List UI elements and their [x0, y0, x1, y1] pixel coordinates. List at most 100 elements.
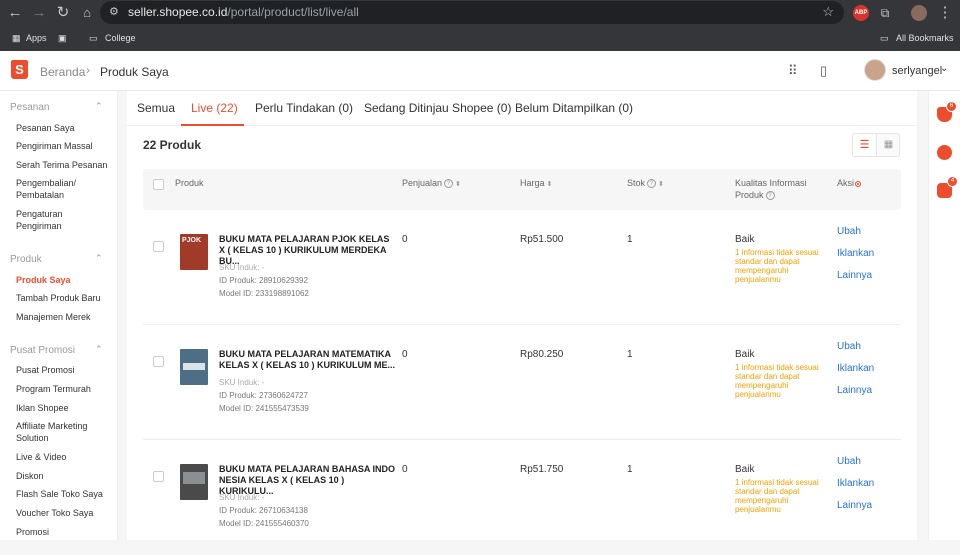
quality-note[interactable]: 1 informasi tidak sesuai standar dan dap… — [735, 478, 825, 514]
site-info-icon[interactable]: ⚙ — [109, 5, 119, 18]
sort-icon[interactable]: ⬍ — [455, 181, 461, 188]
sidebar-item-voucher[interactable]: Voucher Toko Saya — [16, 507, 114, 519]
assistant-icon[interactable] — [937, 145, 952, 160]
header-stock-label: Stok — [627, 178, 646, 188]
quality-note[interactable]: 1 informasi tidak sesuai standar dan dap… — [735, 363, 825, 399]
sidebar-item-pesanan-saya[interactable]: Pesanan Saya — [16, 122, 114, 134]
sort-icon[interactable]: ⬍ — [547, 181, 553, 188]
sidebar-item-affiliate[interactable]: Affiliate Marketing Solution — [16, 420, 96, 444]
help-icon[interactable]: ? — [444, 179, 454, 189]
sidebar-item-pusat-promosi[interactable]: Pusat Promosi — [16, 364, 114, 376]
header-stock[interactable]: Stok? ⬍ — [627, 177, 664, 191]
tab-belum-ditampilkan[interactable]: Belum Ditampilkan (0) — [515, 101, 633, 115]
edit-link[interactable]: Ubah — [837, 341, 861, 352]
sidebar-section-pusat-promosi[interactable]: Pusat Promosi — [10, 345, 75, 356]
product-thumbnail[interactable] — [180, 349, 208, 385]
sidebar-item-pengembalian[interactable]: Pengembalian/ Pembatalan — [16, 177, 86, 201]
sidebar-item-serah-terima[interactable]: Serah Terima Pesanan — [16, 159, 114, 171]
sidebar-item-program-termurah[interactable]: Program Termurah — [16, 383, 114, 395]
bookmark-apps[interactable]: Apps — [26, 33, 47, 43]
product-id: ID Produk: 27360624727 — [219, 391, 308, 400]
back-icon[interactable]: ← — [6, 4, 24, 22]
table-header: Produk Penjualan? ⬍ Harga ⬍ Stok? ⬍ Kualita… — [143, 169, 901, 210]
quality-cell: Baik 1 informasi tidak sesuai standar da… — [735, 349, 825, 399]
apps-grid-icon[interactable]: ▦ — [12, 33, 21, 44]
edit-link[interactable]: Ubah — [837, 226, 861, 237]
quality-note[interactable]: 1 informasi tidak sesuai standar dan dap… — [735, 248, 825, 284]
product-id: ID Produk: 26710634138 — [219, 506, 308, 515]
header-price[interactable]: Harga ⬍ — [520, 177, 552, 191]
product-thumbnail[interactable]: PJOK — [180, 234, 208, 270]
more-link[interactable]: Lainnya — [837, 270, 872, 281]
sidebar-item-live-video[interactable]: Live & Video — [16, 451, 114, 463]
thumbnail-art — [183, 472, 205, 484]
reload-icon[interactable]: ↻ — [54, 4, 72, 22]
username[interactable]: serlyangel — [892, 65, 942, 77]
table-row: PJOK BUKU MATA PELAJARAN PJOK KELAS X ( … — [143, 210, 901, 325]
product-name[interactable]: BUKU MATA PELAJARAN MATEMATIKA KELAS X (… — [219, 349, 395, 371]
grid-view-icon[interactable]: ▦ — [877, 134, 900, 156]
home-icon[interactable]: ⌂ — [78, 4, 96, 22]
row-checkbox[interactable] — [153, 241, 164, 252]
sidebar-item-manajemen-merek[interactable]: Manajemen Merek — [16, 311, 114, 323]
help-icon[interactable]: ? — [765, 191, 775, 201]
sidebar-section-pesanan[interactable]: Pesanan — [10, 102, 49, 113]
address-bar[interactable]: ⚙ seller.shopee.co.id/portal/product/lis… — [100, 1, 844, 24]
sidebar-item-tambah-produk[interactable]: Tambah Produk Baru — [16, 292, 114, 304]
product-count: 22 Produk — [143, 138, 202, 152]
extensions-puzzle-icon[interactable]: ⧉ — [876, 4, 894, 22]
row-checkbox[interactable] — [153, 471, 164, 482]
product-stock: 1 — [627, 234, 633, 245]
bookmark-all[interactable]: All Bookmarks — [896, 33, 954, 43]
product-sku: SKU Induk: - — [219, 493, 265, 502]
help-icon[interactable]: ? — [647, 179, 657, 189]
profile-avatar-icon[interactable] — [911, 5, 927, 21]
header-sales[interactable]: Penjualan? ⬍ — [402, 177, 461, 191]
forward-icon[interactable]: → — [30, 4, 48, 22]
folder-icon: ▭ — [880, 33, 889, 43]
product-list-panel: Semua Live (22) Perlu Tindakan (0) Sedan… — [127, 91, 917, 540]
sidebar-item-iklan-shopee[interactable]: Iklan Shopee — [16, 402, 114, 414]
product-thumbnail[interactable] — [180, 464, 208, 500]
bookmark-star-icon[interactable]: ☆ — [822, 4, 834, 20]
sidebar-item-pengiriman-massal[interactable]: Pengiriman Massal — [16, 140, 114, 152]
tab-live[interactable]: Live (22) — [191, 101, 238, 115]
view-toggle: ☰ ▦ — [852, 133, 900, 157]
sidebar-item-produk-saya[interactable]: Produk Saya — [16, 274, 114, 286]
list-view-icon[interactable]: ☰ — [853, 134, 877, 156]
tab-groups-icon[interactable]: ▣ — [58, 33, 67, 44]
sidebar-item-diskon[interactable]: Diskon — [16, 470, 114, 482]
avatar[interactable] — [864, 59, 886, 81]
edit-link[interactable]: Ubah — [837, 456, 861, 467]
row-checkbox[interactable] — [153, 356, 164, 367]
more-link[interactable]: Lainnya — [837, 385, 872, 396]
tab-semua[interactable]: Semua — [137, 101, 175, 115]
advertise-link[interactable]: Iklankan — [837, 248, 874, 259]
product-price: Rp80.250 — [520, 349, 564, 360]
apps-grid-icon[interactable]: ⠿ — [788, 63, 798, 79]
advertise-link[interactable]: Iklankan — [837, 363, 874, 374]
browser-menu-icon[interactable]: ⋮ — [936, 4, 954, 22]
product-price: Rp51.500 — [520, 234, 564, 245]
bookmark-college[interactable]: College — [105, 33, 136, 43]
tab-perlu-tindakan[interactable]: Perlu Tindakan (0) — [255, 101, 353, 115]
header-actions-label: Aksi — [837, 178, 855, 188]
chevron-up-icon[interactable]: ⌃ — [95, 101, 103, 112]
chevron-up-icon[interactable]: ⌃ — [95, 253, 103, 264]
sidebar-item-pengaturan-pengiriman[interactable]: Pengaturan Pengiriman — [16, 208, 86, 232]
advertise-link[interactable]: Iklankan — [837, 478, 874, 489]
tab-sedang-ditinjau[interactable]: Sedang Ditinjau Shopee (0) — [364, 101, 511, 115]
chevron-down-icon[interactable]: ⌄ — [940, 63, 948, 74]
sort-icon[interactable]: ⬍ — [658, 181, 664, 188]
book-icon[interactable]: ▯ — [820, 63, 827, 79]
sidebar-section-produk[interactable]: Produk — [10, 254, 42, 265]
product-sku: SKU Induk: - — [219, 378, 265, 387]
chevron-up-icon[interactable]: ⌃ — [95, 344, 103, 355]
sidebar-item-flash-sale[interactable]: Flash Sale Toko Saya — [16, 488, 114, 500]
breadcrumb-home[interactable]: Beranda — [40, 65, 85, 79]
more-link[interactable]: Lainnya — [837, 500, 872, 511]
adblock-extension-icon[interactable]: ABP — [853, 5, 869, 21]
shopee-logo[interactable]: S — [11, 60, 28, 79]
sidebar-item-promosi[interactable]: Promosi — [16, 526, 114, 538]
select-all-checkbox[interactable] — [153, 179, 164, 190]
